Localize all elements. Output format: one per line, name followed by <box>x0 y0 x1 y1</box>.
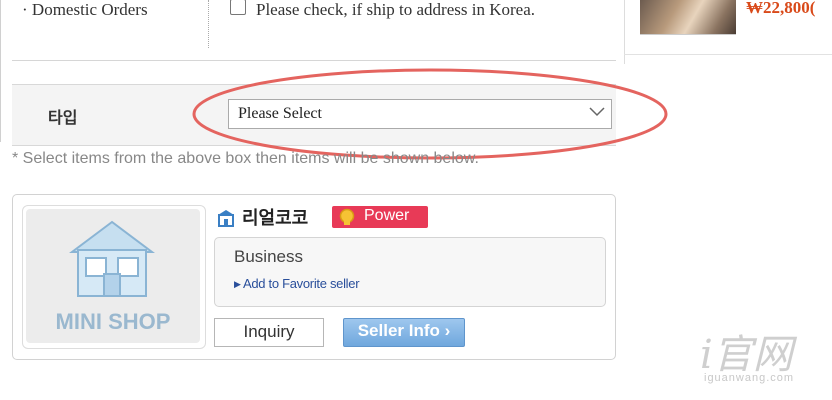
house-icon <box>69 220 155 297</box>
add-favorite-seller-link[interactable]: Add to Favorite seller <box>243 276 360 291</box>
domestic-orders-label: · Domestic Orders <box>22 0 148 19</box>
type-label: 타입 <box>48 110 78 127</box>
ship-to-korea-text: Please check, if ship to address in Kore… <box>256 0 535 19</box>
triangle-right-icon: ▶ <box>234 279 241 289</box>
select-hint: * Select items from the above box then i… <box>12 150 479 167</box>
product-thumbnail[interactable] <box>640 0 736 35</box>
business-label: Business <box>234 247 303 266</box>
mini-shop-text: MINI SHOP <box>55 309 171 334</box>
medal-icon <box>339 208 355 225</box>
product-bottom-rule <box>624 54 832 55</box>
seller-info-button-label: Seller Info › <box>357 321 451 340</box>
shipping-separator <box>208 0 209 48</box>
seller-name[interactable]: 리얼코코 <box>242 204 308 230</box>
inquiry-button-label: Inquiry <box>243 322 295 341</box>
power-badge-label: Power <box>364 207 410 224</box>
shop-icon <box>218 210 234 227</box>
ship-to-korea-checkbox[interactable] <box>230 0 246 15</box>
watermark-url: iguanwang.com <box>704 372 795 384</box>
product-price: ₩22,800( <box>746 0 816 17</box>
left-border <box>0 0 1 142</box>
